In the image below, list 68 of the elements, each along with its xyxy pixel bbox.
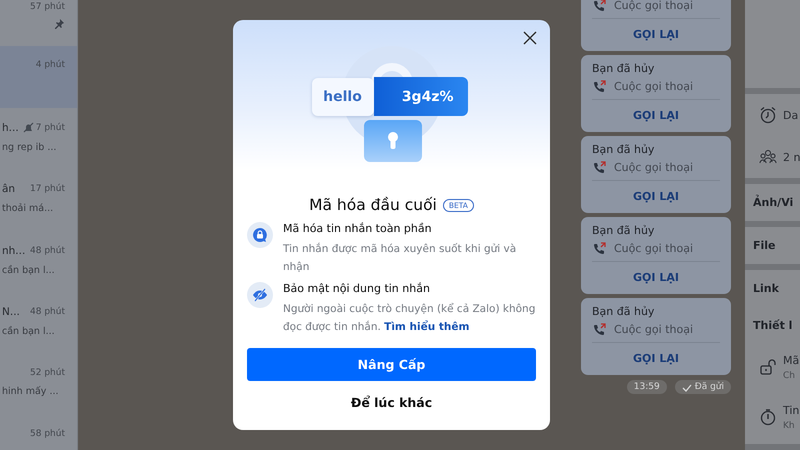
message-time: 17 phút [30, 184, 65, 194]
message-time: 48 phút [30, 246, 65, 256]
call-type: Cuộc gọi thoại [614, 161, 694, 174]
message-preview: cần bạn l... [2, 264, 56, 276]
call-back-button[interactable]: GỌI LẠI [592, 19, 720, 51]
plain-text-bubble: hello [312, 78, 374, 116]
timer-icon [759, 408, 777, 426]
outgoing-call-icon [592, 0, 606, 12]
hidden-eye-icon [247, 282, 273, 308]
message-time: 7 phút [36, 122, 65, 132]
modal-title: Mã hóa đầu cuối [309, 196, 437, 214]
call-status: Bạn đã hủy [592, 143, 656, 156]
padlock-icon [364, 120, 422, 162]
message-time: 48 phút [30, 307, 65, 317]
message-time: 13:59 [626, 380, 667, 394]
call-status: Bạn đã hủy [592, 62, 656, 75]
message-time: 52 phút [30, 368, 65, 378]
close-icon [523, 31, 537, 45]
message-time: 57 phút [30, 2, 65, 12]
chat-list-item[interactable]: 4 phút [0, 46, 77, 108]
outgoing-call-icon [592, 242, 606, 255]
feature-title: Mã hóa tin nhắn toàn phần [283, 222, 433, 235]
contact-name: ân [2, 183, 16, 195]
contact-name: N... [2, 306, 20, 318]
lock-icon [759, 358, 777, 376]
message-preview: ng rep ib ... [2, 142, 58, 152]
later-button[interactable]: Để lúc khác [340, 389, 442, 416]
locked-chat-icon [247, 222, 273, 248]
section-title: Link [752, 281, 780, 297]
outgoing-call-icon [592, 161, 606, 174]
check-icon [682, 382, 692, 392]
outgoing-call-icon [592, 323, 606, 336]
message-preview: hinh mấy ... [2, 386, 60, 396]
setting-description: Kh [783, 420, 796, 430]
call-type: Cuộc gọi thoại [614, 80, 694, 93]
setting-label[interactable]: Tin [783, 404, 800, 416]
feature-title: Bảo mật nội dung tin nhắn [283, 282, 431, 295]
setting-description: Ch [783, 370, 796, 380]
section-title: File [752, 238, 777, 254]
call-back-button[interactable]: GỌI LẠI [592, 181, 720, 213]
message-time: 58 phút [30, 429, 65, 439]
call-status: Bạn đã hủy [592, 224, 656, 237]
feature-description: Người ngoài cuộc trò chuyện (kể cả Zalo) không đọc được tin nhắn. Tìm hiểu thêm [283, 302, 536, 335]
call-type: Cuộc gọi thoại [614, 242, 694, 255]
info-item: Da [783, 108, 798, 122]
message-time: 4 phút [36, 60, 65, 70]
call-type: Cuộc gọi thoại [614, 323, 694, 336]
upgrade-button[interactable]: Nâng Cấp [247, 348, 536, 381]
alarm-clock-icon [759, 106, 777, 124]
call-back-button[interactable]: GỌI LẠI [592, 262, 720, 294]
setting-label[interactable]: Mã [783, 354, 800, 366]
learn-more-link[interactable]: Tìm hiểu thêm [384, 321, 470, 333]
feature-description: Tin nhắn được mã hóa xuyên suốt khi gửi và nhận [283, 242, 518, 275]
call-back-button[interactable]: GỌI LẠI [592, 100, 720, 132]
message-preview: cần bạn l... [2, 326, 56, 337]
people-icon [759, 148, 777, 166]
contact-name: h... [2, 122, 19, 134]
call-status: Bạn đã hủy [592, 305, 656, 318]
message-preview: thoải má... [2, 203, 54, 214]
info-item: 2 n [783, 150, 800, 164]
contact-name: nh... [2, 244, 26, 256]
call-type: Cuộc gọi thoại [614, 0, 694, 12]
outgoing-call-icon [592, 80, 606, 93]
call-back-button[interactable]: GỌI LẠI [592, 343, 720, 375]
sent-status: Đã gửi [674, 380, 731, 394]
cipher-text-bubble: 3g4z% [374, 77, 468, 116]
section-title: Ảnh/Vi [752, 194, 794, 211]
section-title: Thiết l [752, 318, 794, 334]
